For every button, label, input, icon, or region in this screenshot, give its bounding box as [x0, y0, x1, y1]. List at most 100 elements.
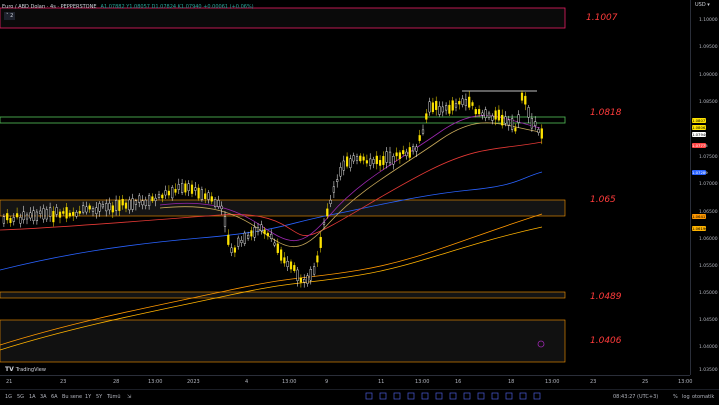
price-tag: 1.07940	[692, 132, 708, 137]
candle	[520, 92, 524, 101]
candle	[58, 211, 62, 218]
timeframe-ytd[interactable]: Bu sene	[62, 394, 82, 400]
candle	[385, 151, 388, 163]
candle	[141, 200, 144, 206]
candle	[524, 95, 527, 105]
tradingview-logo[interactable]: TV TradingView	[5, 366, 46, 373]
candle	[32, 210, 35, 221]
candle	[227, 234, 230, 245]
candle	[75, 212, 78, 217]
date-range-icon[interactable]: ⇲	[127, 394, 131, 400]
candle	[454, 103, 458, 108]
candle	[435, 100, 438, 110]
time-label: 23	[590, 379, 597, 385]
candle	[412, 146, 415, 152]
bottom-toolbar: 1G 5G 1A 3A 6A Bu sene 1Y 5Y Tümü ⇲ 08:4…	[0, 389, 719, 405]
candle	[332, 186, 335, 193]
tv-mark-icon: TV	[5, 366, 14, 373]
candle	[375, 155, 378, 165]
candle	[355, 156, 359, 161]
candle	[530, 118, 533, 129]
candle	[451, 100, 454, 111]
time-label: 2023	[187, 379, 200, 385]
timeframe-all[interactable]: Tümü	[107, 394, 121, 400]
candle	[458, 101, 461, 105]
timeframe-5g[interactable]: 5G	[17, 394, 24, 400]
candle	[190, 184, 194, 194]
candle	[537, 129, 540, 133]
candle	[253, 227, 256, 238]
candle	[174, 188, 177, 193]
candle	[494, 110, 497, 120]
price-tick: 1.10000	[699, 18, 718, 23]
candle	[243, 232, 246, 244]
timeframe-6a[interactable]: 6A	[51, 394, 58, 400]
symbol-header[interactable]: Euro / ABD Doları · 4s · PEPPERSTONE A1.…	[2, 2, 254, 12]
timeframe-1a[interactable]: 1A	[29, 394, 36, 400]
candle	[468, 96, 471, 108]
candle	[12, 217, 15, 222]
price-tick: 1.04500	[699, 318, 718, 323]
price-tag: 1.06196	[692, 226, 708, 231]
price-tick: 1.05500	[699, 264, 718, 269]
clock-timezone[interactable]: 08:43:27 (UTC+3)	[613, 394, 658, 400]
candle	[461, 98, 464, 105]
timeframe-5y[interactable]: 5Y	[96, 394, 102, 400]
candle	[72, 211, 75, 216]
price-tick: 1.07500	[699, 155, 718, 160]
candle	[9, 218, 12, 223]
candle	[85, 206, 88, 213]
timeframe-1y[interactable]: 1Y	[85, 394, 91, 400]
candle	[29, 212, 32, 219]
price-tick: 1.04000	[699, 345, 718, 350]
timeframe-3a[interactable]: 3A	[40, 394, 47, 400]
candle	[359, 155, 362, 162]
candle	[22, 211, 25, 221]
ma-purple	[159, 115, 541, 242]
candle	[296, 269, 299, 281]
candle	[293, 265, 296, 271]
symbol-name[interactable]: Euro / ABD Doları · 4s · PEPPERSTONE	[2, 2, 97, 12]
price-tag: 1.08077	[692, 118, 708, 123]
currency-select[interactable]: USD ▾	[695, 2, 710, 8]
candle	[418, 135, 421, 141]
indicator-toggle-button[interactable]: ˅ 2	[4, 12, 16, 20]
price-chart[interactable]	[0, 0, 690, 375]
zone-label-5: 1.0406	[590, 336, 622, 346]
candle	[425, 113, 428, 120]
candle	[511, 118, 514, 130]
percent-toggle[interactable]: %	[673, 394, 678, 400]
price-tick: 1.08500	[699, 100, 718, 105]
log-toggle[interactable]: log	[682, 394, 690, 400]
auto-toggle[interactable]: otomatik	[692, 394, 714, 400]
candle	[388, 151, 392, 164]
candle	[88, 205, 91, 210]
price-axis[interactable]: USD ▾ 1.10000 1.09500 1.09000 1.08500 1.…	[690, 0, 719, 375]
logo-text: TradingView	[15, 366, 46, 373]
time-label: 13:00	[282, 379, 297, 385]
zone-green	[0, 116, 566, 124]
candle	[379, 160, 382, 166]
candle	[527, 107, 530, 118]
candle	[464, 99, 467, 106]
candle	[177, 184, 180, 190]
candle	[55, 207, 58, 215]
candle	[62, 211, 65, 214]
candle	[286, 261, 289, 267]
candle	[16, 213, 19, 218]
candle	[441, 106, 444, 113]
candle	[392, 156, 395, 165]
candle	[487, 112, 491, 118]
timeframe-1g[interactable]: 1G	[5, 394, 12, 400]
candle	[316, 255, 319, 263]
price-tick: 1.09500	[699, 45, 718, 50]
candle	[147, 195, 151, 206]
zone-label-4: 1.0489	[590, 292, 622, 302]
time-axis[interactable]: 21 23 28 13:00 2023 4 13:00 9 11 13:00 1…	[0, 375, 692, 389]
candle	[118, 200, 121, 211]
candle	[431, 102, 434, 113]
candle	[256, 227, 260, 232]
price-tick: 1.07000	[699, 182, 718, 187]
candle	[45, 209, 48, 220]
candle	[346, 156, 349, 167]
